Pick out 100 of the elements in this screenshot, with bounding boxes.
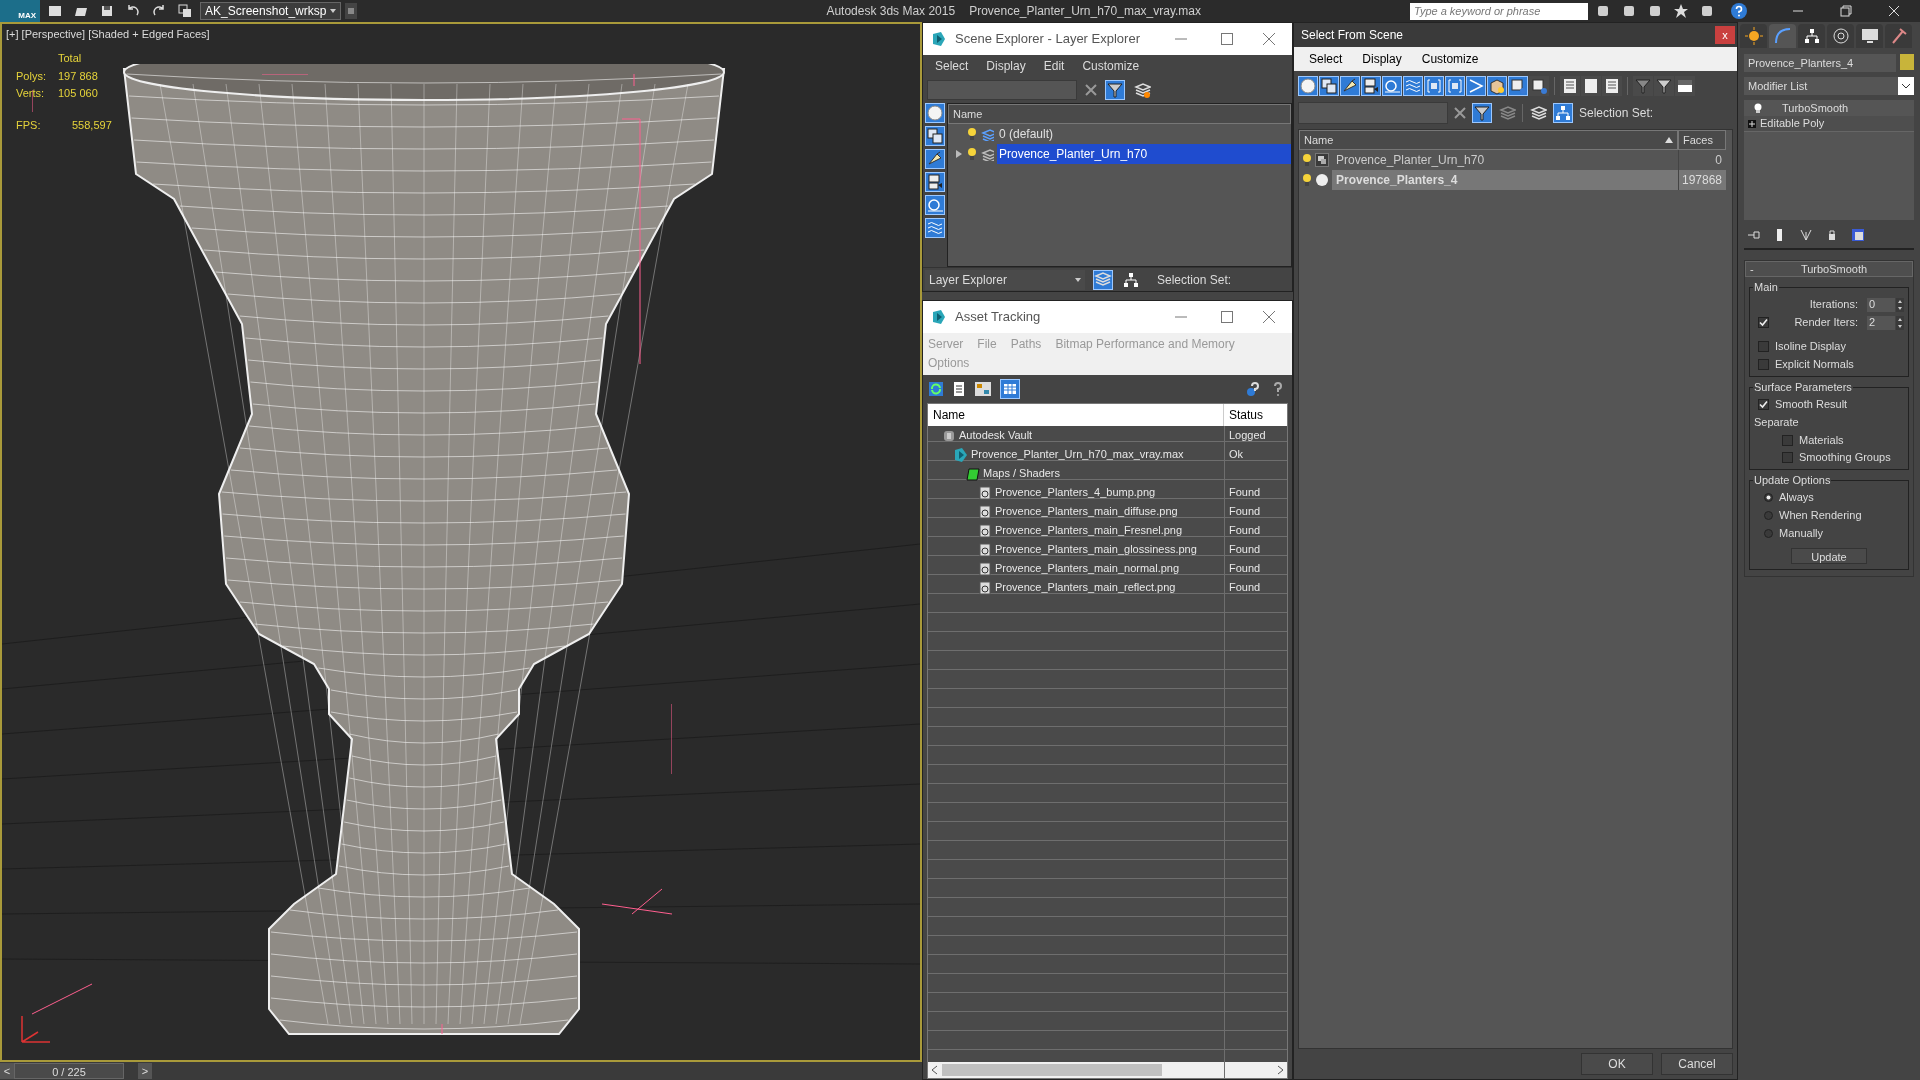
shapes-icon[interactable] (1319, 76, 1339, 96)
asset-name[interactable]: Provence_Planters_main_Fresnel.png (995, 522, 1183, 539)
grid-view-icon[interactable] (1000, 379, 1020, 399)
menu-item[interactable]: Select (1309, 50, 1343, 68)
radio-label[interactable]: When Rendering (1779, 507, 1862, 524)
thumbnail-icon[interactable] (975, 382, 991, 396)
workspace-dropdown[interactable]: AK_Screenshot_wrksp (200, 2, 342, 20)
radio-button[interactable] (1764, 493, 1773, 502)
checkbox[interactable] (1782, 452, 1793, 463)
checkbox-label[interactable]: Smooth Result (1775, 396, 1848, 413)
maximize-icon[interactable] (1220, 32, 1234, 46)
search-field[interactable] (1298, 102, 1448, 124)
checkbox-label[interactable]: Isoline Display (1775, 338, 1846, 355)
tape-icon[interactable] (925, 195, 945, 215)
help-icon[interactable] (1730, 2, 1748, 20)
time-slider-thumb[interactable]: 0 / 225 (14, 1063, 124, 1079)
lightbulb-icon[interactable] (967, 147, 977, 161)
dialog-button[interactable]: OK (1581, 1053, 1653, 1075)
radio-button[interactable] (1764, 529, 1773, 538)
asset-name[interactable]: Maps / Shaders (983, 465, 1061, 482)
radio-label[interactable]: Always (1779, 489, 1814, 506)
number-field[interactable]: 0 (1867, 297, 1895, 312)
waves-icon[interactable] (1403, 76, 1423, 96)
close-button[interactable]: x (1715, 26, 1735, 44)
bracket-icon[interactable] (1445, 76, 1465, 96)
modifier-stack-item[interactable]: TurboSmooth (1782, 99, 1849, 117)
monitor-icon[interactable] (1859, 26, 1880, 46)
layer-row[interactable]: Provence_Planter_Urn_h70 (997, 144, 1291, 164)
help-icon[interactable] (1245, 381, 1261, 397)
tape-icon[interactable] (1382, 76, 1402, 96)
checkbox[interactable] (1782, 435, 1793, 446)
configure-icon[interactable] (1850, 227, 1866, 243)
rings-icon[interactable] (1830, 26, 1851, 46)
expand-arrow-icon[interactable] (954, 149, 964, 159)
shapes-icon[interactable] (925, 126, 945, 146)
menu-item[interactable]: Customize (1421, 50, 1479, 68)
dialog-button[interactable]: Cancel (1661, 1053, 1733, 1075)
modifier-list-dropdown[interactable]: Modifier List (1744, 77, 1914, 95)
list-icon[interactable] (1560, 76, 1580, 96)
box-icon[interactable] (1487, 76, 1507, 96)
lightbulb-icon[interactable] (1754, 103, 1762, 113)
asset-name[interactable]: Autodesk Vault (959, 427, 1033, 444)
bone-icon[interactable] (1466, 76, 1486, 96)
lightbulb-icon[interactable] (1302, 153, 1312, 167)
page-icon[interactable] (1581, 76, 1601, 96)
checkbox-label[interactable]: Explicit Normals (1775, 356, 1854, 373)
filter-icon[interactable] (1633, 76, 1653, 96)
bracket-icon[interactable] (1424, 76, 1444, 96)
layer-row[interactable]: 0 (default) (997, 124, 1291, 144)
menu-item[interactable]: Edit (1043, 57, 1065, 75)
squares-icon[interactable] (177, 3, 193, 19)
radio-label[interactable]: Manually (1779, 525, 1824, 542)
checkbox[interactable] (1758, 359, 1769, 370)
refresh-icon[interactable] (929, 382, 943, 396)
spinner-arrows-icon[interactable] (1896, 315, 1904, 330)
column-header[interactable]: Name (948, 104, 1291, 124)
save-icon[interactable] (99, 3, 115, 19)
previous-frame-button[interactable]: < (0, 1063, 14, 1079)
layers-icon[interactable] (1133, 81, 1151, 99)
asset-name[interactable]: Provence_Planters_4_bump.png (995, 484, 1156, 501)
light-icon[interactable] (1340, 76, 1360, 96)
search-field[interactable]: Type a keyword or phrase (1410, 2, 1588, 20)
column-header[interactable]: Name (1299, 130, 1678, 150)
star-icon[interactable] (1673, 3, 1689, 19)
waves-icon[interactable] (925, 218, 945, 238)
new-file-icon[interactable] (47, 3, 63, 19)
menu-item[interactable]: Customize (1082, 57, 1140, 75)
asset-name[interactable]: Provence_Planter_Urn_h70_max_vray.max (971, 446, 1184, 463)
clear-icon[interactable] (1454, 107, 1466, 119)
camera-icon[interactable] (1361, 76, 1381, 96)
object-name-field[interactable]: Provence_Planters_4 (1744, 54, 1896, 72)
expand-icon[interactable] (1748, 119, 1756, 128)
radio-button[interactable] (1764, 511, 1773, 520)
object-color-swatch[interactable] (1900, 54, 1914, 70)
layers-icon[interactable] (1529, 104, 1547, 122)
column-header[interactable]: Name (928, 404, 1224, 426)
menu-item[interactable]: Select (935, 57, 969, 75)
menu-item[interactable]: Display (986, 57, 1026, 75)
viewport-label[interactable]: [+] [Perspective] [Shaded + Edged Faces] (6, 26, 210, 43)
clear-icon[interactable] (1085, 84, 1097, 96)
app-logo[interactable]: MAX (0, 0, 40, 22)
restore-icon[interactable] (1840, 5, 1852, 17)
camera-icon[interactable] (925, 172, 945, 192)
menu-item[interactable]: Display (1362, 50, 1402, 68)
checkbox[interactable] (1758, 399, 1769, 410)
asset-name[interactable]: Provence_Planters_main_diffuse.png (995, 503, 1178, 520)
horizontal-scrollbar[interactable] (928, 1062, 1287, 1078)
lightbulb-icon[interactable] (967, 127, 977, 141)
light-icon[interactable] (925, 149, 945, 169)
rollout-title[interactable]: TurboSmooth (1760, 260, 1908, 278)
sphere-icon[interactable] (925, 103, 945, 123)
column-header[interactable]: Faces (1678, 130, 1726, 150)
sphere-icon[interactable] (1298, 76, 1318, 96)
checkbox-label[interactable]: Materials (1799, 432, 1844, 449)
cube-gear-icon[interactable] (1529, 76, 1549, 96)
curve-icon[interactable] (1772, 26, 1793, 46)
column-header[interactable]: Status (1224, 404, 1287, 426)
sun-icon[interactable] (1743, 26, 1764, 46)
checkbox[interactable] (1758, 341, 1769, 352)
fork-icon[interactable] (1798, 227, 1814, 243)
